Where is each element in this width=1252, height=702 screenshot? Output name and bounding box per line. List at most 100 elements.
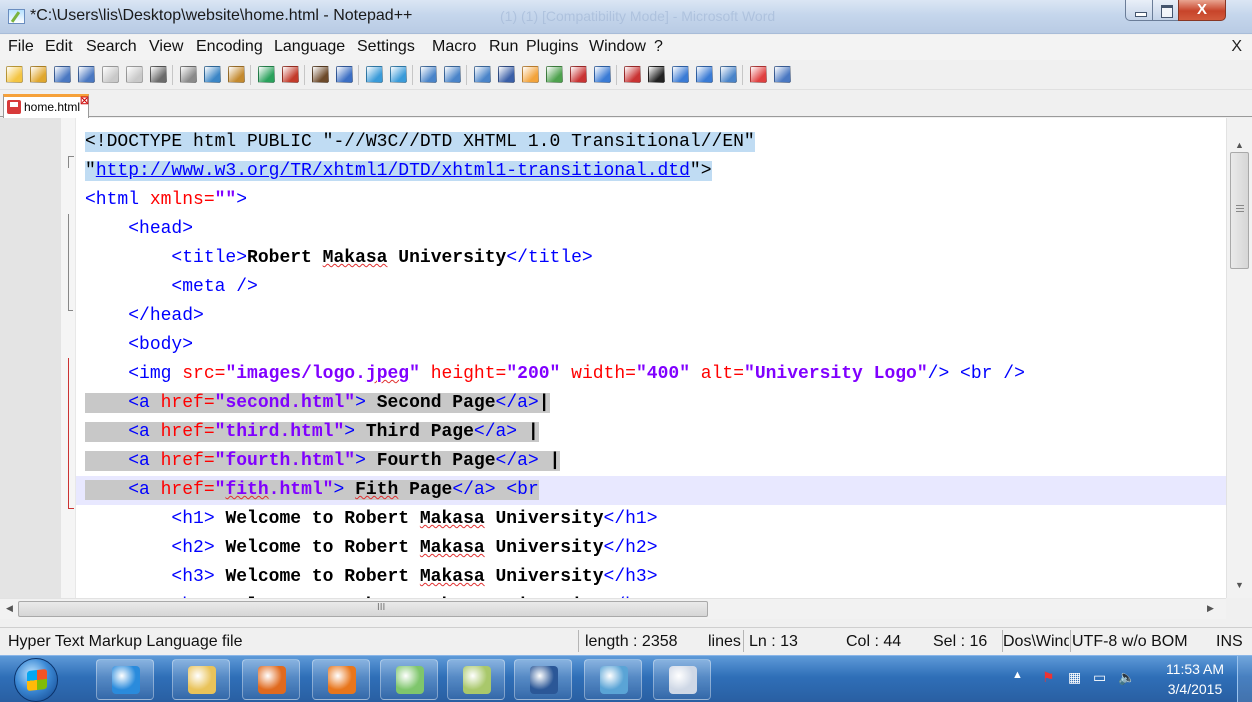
code-line[interactable]: 13 <a href="fith.html"> Fith Page</a> <b… [76,476,1226,505]
taskbar-firefox[interactable] [312,659,370,700]
start-button[interactable] [14,658,58,702]
close-window-button[interactable]: X [1178,0,1226,21]
replace-icon[interactable] [336,66,353,83]
horizontal-scrollbar[interactable]: ◀ III ▶ [0,598,1226,619]
status-mode: INS [1216,633,1243,650]
play-macro-icon[interactable] [672,66,689,83]
code-line[interactable]: 9 <img src="images/logo.jpeg" height="20… [76,360,1226,389]
print-icon[interactable] [150,66,167,83]
code-line-text: <title>Robert Makasa University</title> [85,248,592,268]
menu-search[interactable]: Search [86,38,137,56]
copy-icon[interactable] [204,66,221,83]
menu-run[interactable]: Run [489,38,518,56]
toolbar-separator [358,65,359,85]
menu-settings[interactable]: Settings [357,38,415,56]
zoom-in-icon[interactable] [366,66,383,83]
paste-icon[interactable] [228,66,245,83]
vertical-scroll-thumb[interactable] [1230,152,1249,269]
find-icon[interactable] [312,66,329,83]
taskbar-snipping-tool[interactable] [653,659,711,700]
scroll-right-icon[interactable]: ▶ [1207,603,1214,614]
code-line[interactable]: 16 <h3> Welcome to Robert Makasa Univers… [76,563,1226,592]
run-macro-multiple-icon[interactable] [696,66,713,83]
menu-macro[interactable]: Macro [432,38,476,56]
fold-margin[interactable] [61,118,76,598]
code-line[interactable]: 14 <h1> Welcome to Robert Makasa Univers… [76,505,1226,534]
scroll-up-icon[interactable]: ▲ [1235,140,1244,150]
code-token: </a> [473,422,518,442]
horizontal-scroll-thumb[interactable]: III [18,601,708,617]
code-line[interactable]: 15 <h2> Welcome to Robert Makasa Univers… [76,534,1226,563]
show-hidden-icons-icon[interactable]: ▲ [1012,669,1023,681]
sync-vertical-icon[interactable] [420,66,437,83]
menu-help[interactable]: ? [654,38,663,56]
code-token: University [387,248,507,268]
close-document-button[interactable]: X [1231,38,1242,56]
plugin-icon[interactable] [774,66,791,83]
cut-icon[interactable] [180,66,197,83]
menu-encoding[interactable]: Encoding [196,38,263,56]
clock[interactable]: 11:53 AM 3/4/2015 [1160,659,1230,699]
action-center-flag-icon[interactable]: ⚑ [1042,669,1055,686]
code-line[interactable]: 12 <a href="fourth.html"> Fourth Page</a… [76,447,1226,476]
record-macro-icon[interactable] [624,66,641,83]
taskbar-windows-explorer-folder[interactable] [380,659,438,700]
sync-horizontal-icon[interactable] [444,66,461,83]
taskbar-internet-explorer[interactable] [96,659,154,700]
code-line[interactable]: 10 <a href="second.html"> Second Page</a… [76,389,1226,418]
taskbar-notepad-plus-plus[interactable] [447,659,505,700]
function-list-icon[interactable] [570,66,587,83]
code-line[interactable]: 4− <head> [76,215,1226,244]
code-line[interactable]: 5 <title>Robert Makasa University</title… [76,244,1226,273]
menu-file[interactable]: File [8,38,34,56]
maximize-button[interactable] [1152,0,1179,21]
save-icon[interactable] [54,66,71,83]
undo-icon[interactable] [258,66,275,83]
folder-workspace-icon[interactable] [594,66,611,83]
editor[interactable]: 1−<!DOCTYPE html PUBLIC "-//W3C//DTD XHT… [0,118,1252,598]
code-line[interactable]: 8− <body> [76,331,1226,360]
taskbar-notepad[interactable] [584,659,642,700]
code-line[interactable]: 2"http://www.w3.org/TR/xhtml1/DTD/xhtml1… [76,157,1226,186]
close-tab-icon[interactable]: ☒ [80,96,89,107]
code-line[interactable]: 3−<html xmlns=""> [76,186,1226,215]
code-line[interactable]: 1−<!DOCTYPE html PUBLIC "-//W3C//DTD XHT… [76,128,1226,157]
code-line-text: <a href="fith.html"> Fith Page</a> <br [85,480,539,500]
menu-view[interactable]: View [149,38,183,56]
scroll-left-icon[interactable]: ◀ [6,603,13,614]
word-wrap-icon[interactable] [474,66,491,83]
stop-macro-icon[interactable] [648,66,665,83]
menu-window[interactable]: Window [589,38,646,56]
spellcheck-icon[interactable] [750,66,767,83]
open-file-icon[interactable] [30,66,47,83]
network-icon[interactable]: ▭ [1093,669,1106,686]
code-line[interactable]: 6 <meta /> [76,273,1226,302]
taskbar-media-player[interactable] [242,659,300,700]
close-all-icon[interactable] [126,66,143,83]
document-map-icon[interactable] [546,66,563,83]
taskbar-file-explorer[interactable] [172,659,230,700]
zoom-out-icon[interactable] [390,66,407,83]
indent-guide-icon[interactable] [522,66,539,83]
show-all-chars-icon[interactable] [498,66,515,83]
save-macro-icon[interactable] [720,66,737,83]
tab-home-html[interactable]: home.html ☒ [3,94,89,118]
redo-icon[interactable] [282,66,299,83]
device-icon[interactable]: ▦ [1068,669,1081,686]
notepad-icon [600,666,628,694]
save-all-icon[interactable] [78,66,95,83]
close-icon[interactable] [102,66,119,83]
show-desktop-button[interactable] [1237,656,1252,702]
taskbar-microsoft-word[interactable] [514,659,572,700]
new-file-icon[interactable] [6,66,23,83]
scroll-down-icon[interactable]: ▼ [1235,580,1244,590]
vertical-scrollbar[interactable]: ▲ ▼ [1226,118,1252,598]
menu-edit[interactable]: Edit [45,38,73,56]
code-line[interactable]: 11 <a href="third.html"> Third Page</a> … [76,418,1226,447]
menu-plugins[interactable]: Plugins [526,38,578,56]
code-line[interactable]: 7 </head> [76,302,1226,331]
code-area[interactable]: 1−<!DOCTYPE html PUBLIC "-//W3C//DTD XHT… [76,128,1226,598]
menu-language[interactable]: Language [274,38,345,56]
minimize-button[interactable] [1125,0,1153,21]
volume-icon[interactable]: 🔈 [1118,669,1135,686]
